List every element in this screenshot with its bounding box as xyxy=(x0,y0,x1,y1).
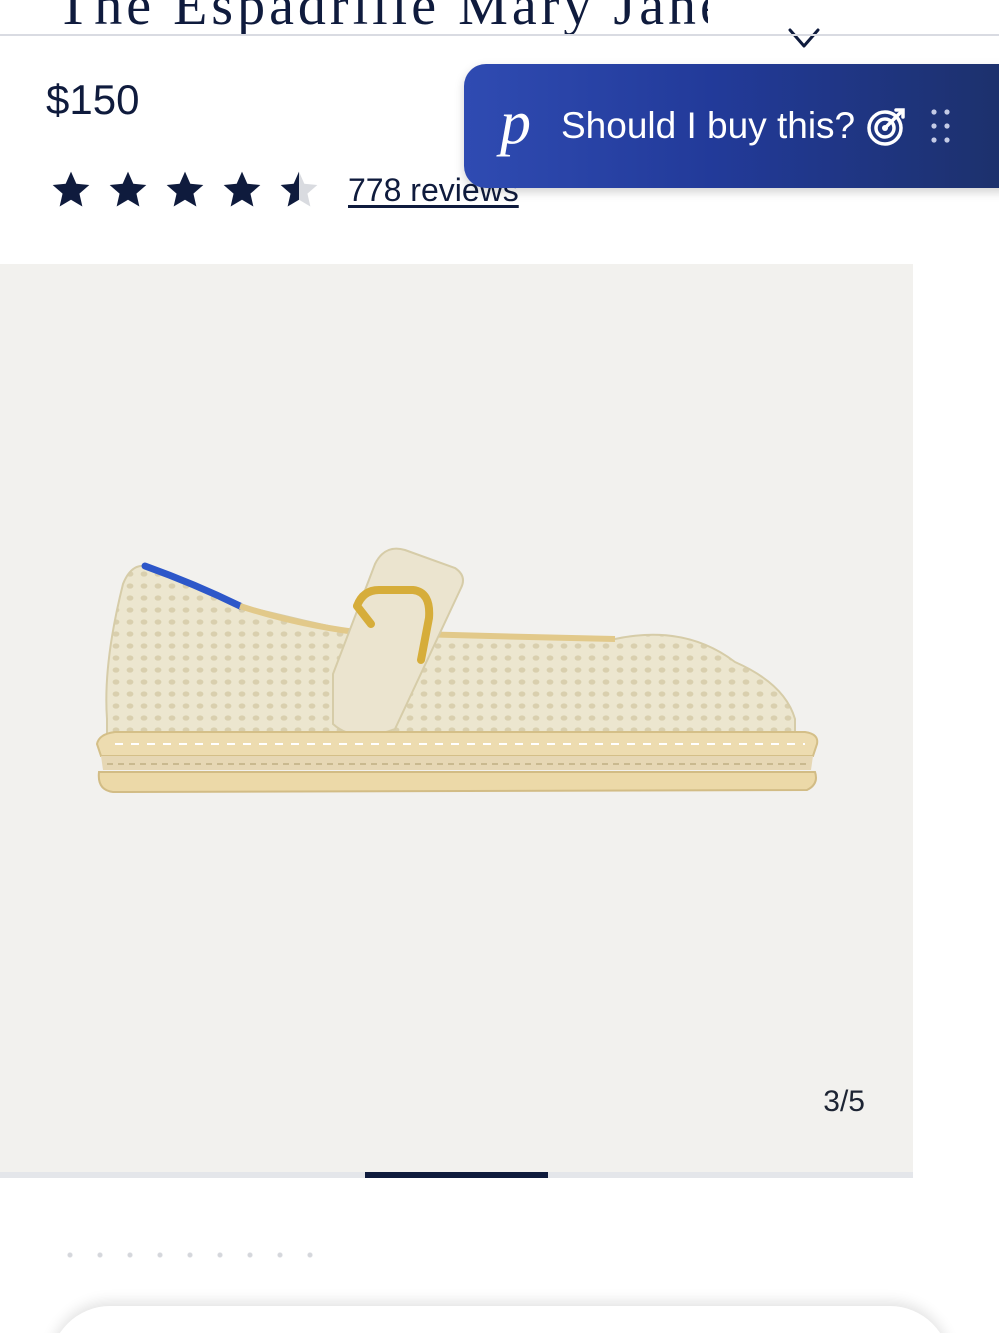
rating-row: 778 reviews xyxy=(48,168,519,212)
product-title: The Espadrille Mary Jane xyxy=(48,0,708,54)
assistant-logo: p xyxy=(500,89,531,157)
product-title-text: The Espadrille Mary Jane xyxy=(56,0,708,37)
star-rating xyxy=(48,168,322,212)
heart-icon[interactable] xyxy=(786,24,822,50)
product-image xyxy=(95,547,819,794)
gallery-progress-indicator xyxy=(365,1172,548,1178)
bottom-sheet[interactable] xyxy=(50,1306,950,1333)
drag-handle-icon[interactable] xyxy=(929,106,953,146)
star-icon xyxy=(109,171,147,207)
star-icon xyxy=(223,171,261,207)
product-price: $150 xyxy=(46,76,140,123)
star-icon xyxy=(52,171,90,207)
star-icon xyxy=(166,171,204,207)
star-half-icon xyxy=(280,171,318,207)
image-counter: 3/5 xyxy=(823,1085,865,1118)
target-icon xyxy=(867,108,905,146)
shopping-assistant-button[interactable]: p Should I buy this? xyxy=(464,64,999,188)
product-page: The Espadrille Mary Jane $150 778 review… xyxy=(0,0,999,1333)
assistant-label: Should I buy this? xyxy=(561,105,856,146)
product-image-gallery[interactable]: 3/5 xyxy=(0,264,913,1174)
header-divider xyxy=(0,34,999,36)
section-heading-placeholder xyxy=(55,1250,315,1260)
